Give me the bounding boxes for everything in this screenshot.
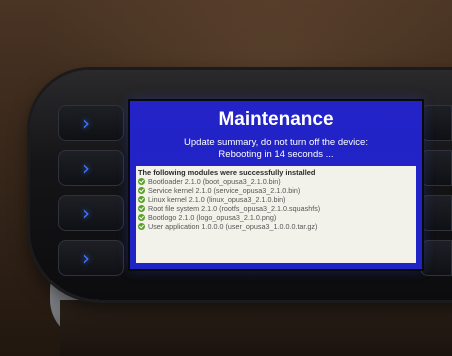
module-item: Root file system 2.1.0 (rootfs_opusa3_2.… — [138, 204, 320, 213]
check-icon — [138, 214, 145, 221]
right-button-2[interactable] — [420, 150, 452, 186]
device-screen: Maintenance Update summary, do not turn … — [130, 101, 422, 269]
update-summary-text: Update summary, do not turn off the devi… — [184, 137, 368, 148]
photo-scene: › › › › Maintenance Update summary, do n… — [0, 0, 452, 356]
chevron-right-icon: › — [82, 111, 90, 135]
side-button-4[interactable]: › — [58, 240, 124, 276]
check-icon — [138, 205, 145, 212]
right-button-1[interactable] — [420, 105, 452, 141]
screen-title: Maintenance — [218, 109, 334, 130]
chevron-right-icon: › — [82, 246, 90, 270]
module-item: Bootlogo 2.1.0 (logo_opusa3_2.1.0.png) — [138, 213, 276, 222]
modules-panel: The following modules were successfully … — [136, 166, 416, 263]
chevron-right-icon: › — [82, 201, 90, 225]
check-icon — [138, 223, 145, 230]
module-item: Service kernel 2.1.0 (service_opusa3_2.1… — [138, 186, 300, 195]
lower-shadow — [60, 300, 452, 356]
right-button-3[interactable] — [420, 195, 452, 231]
side-button-3[interactable]: › — [58, 195, 124, 231]
side-button-2[interactable]: › — [58, 150, 124, 186]
chevron-right-icon: › — [82, 156, 90, 180]
side-button-1[interactable]: › — [58, 105, 124, 141]
right-button-4[interactable] — [420, 240, 452, 276]
check-icon — [138, 196, 145, 203]
module-item: Bootloader 2.1.0 (boot_opusa3_2.1.0.bin) — [138, 177, 281, 186]
module-item: Linux kernel 2.1.0 (linux_opusa3_2.1.0.b… — [138, 195, 285, 204]
check-icon — [138, 178, 145, 185]
modules-heading: The following modules were successfully … — [138, 168, 316, 177]
reboot-countdown-text: Rebooting in 14 seconds ... — [218, 149, 334, 160]
module-item: User application 1.0.0.0 (user_opusa3_1.… — [138, 222, 317, 231]
check-icon — [138, 187, 145, 194]
